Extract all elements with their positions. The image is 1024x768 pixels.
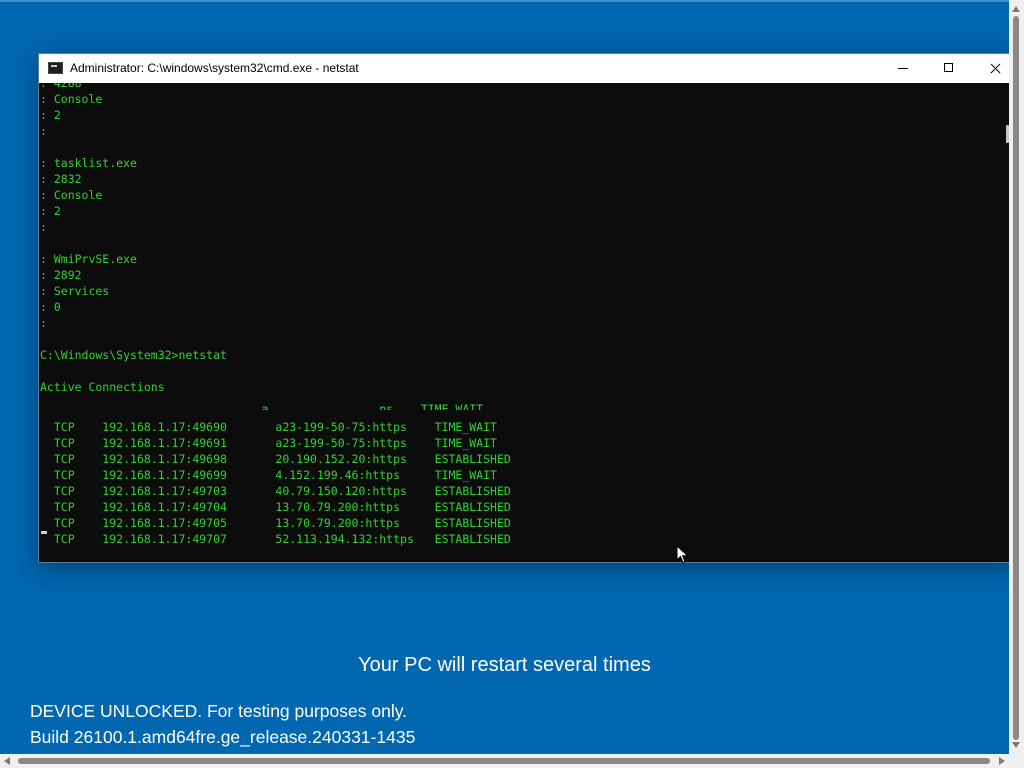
scroll-up-icon[interactable]	[1012, 6, 1020, 12]
connection-row: TCP 192.168.1.17:49703 40.79.150.120:htt…	[40, 484, 511, 498]
console-line: : Console	[40, 92, 103, 106]
build-text: Build 26100.1.amd64fre.ge_release.240331…	[30, 727, 416, 747]
device-unlocked-text: DEVICE UNLOCKED. For testing purposes on…	[30, 701, 408, 721]
console-line: : 2	[40, 108, 61, 122]
connection-row: TCP 192.168.1.17:49704 13.70.79.200:http…	[40, 500, 511, 514]
cmd-icon	[48, 62, 63, 74]
console-line: : Console	[40, 188, 103, 202]
console-line: : 2	[40, 204, 61, 218]
viewer-vertical-scrollbar[interactable]	[1009, 0, 1024, 754]
minimize-button[interactable]	[880, 54, 926, 83]
console-line: : Services	[40, 284, 110, 298]
scroll-right-icon[interactable]	[999, 757, 1005, 765]
title-bar[interactable]: Administrator: C:\windows\system32\cmd.e…	[39, 54, 1015, 83]
console-line: :	[40, 220, 47, 234]
horizontal-scroll-thumb[interactable]	[18, 758, 990, 764]
console-line: C:\Windows\System32>netstat	[40, 348, 227, 362]
console-line: :	[40, 124, 47, 138]
window-title: Administrator: C:\windows\system32\cmd.e…	[70, 61, 359, 75]
connection-row: TCP 192.168.1.17:49707 52.113.194.132:ht…	[40, 532, 511, 546]
maximize-button[interactable]	[926, 54, 972, 83]
console-line: : 2892	[40, 268, 82, 282]
connection-row: TCP 192.168.1.17:49698 20.190.152.20:htt…	[40, 452, 511, 466]
console-line: :	[40, 316, 47, 330]
console-line: : 2832	[40, 172, 82, 186]
viewer-horizontal-scrollbar[interactable]	[0, 754, 1009, 768]
console-line: : WmiPrvSE.exe	[40, 252, 137, 266]
console-line: Active Connections	[40, 380, 165, 394]
console-output[interactable]: : 4288 : Console : 2 : : tasklist.exe : …	[39, 83, 999, 562]
cmd-window[interactable]: Administrator: C:\windows\system32\cmd.e…	[38, 53, 1016, 563]
console-line: : 0	[40, 300, 61, 314]
console-partial-line: a ps TIME_WAIT	[40, 402, 484, 410]
console-history: : 4288 : Console : 2 : : tasklist.exe : …	[39, 83, 227, 395]
connection-row: TCP 192.168.1.17:49705 13.70.79.200:http…	[40, 516, 511, 530]
text-cursor	[41, 531, 47, 534]
connection-row: TCP 192.168.1.17:49690 a23-199-50-75:htt…	[40, 420, 497, 434]
scroll-left-icon[interactable]	[4, 757, 10, 765]
connection-row: TCP 192.168.1.17:49699 4.152.199.46:http…	[40, 468, 497, 482]
scrollbar-corner	[1009, 754, 1024, 768]
scroll-down-icon[interactable]	[1012, 742, 1020, 748]
connections-table: TCP 192.168.1.17:49690 a23-199-50-75:htt…	[39, 419, 511, 547]
restart-message: Your PC will restart several times	[358, 654, 651, 676]
connection-row: TCP 192.168.1.17:49691 a23-199-50-75:htt…	[40, 436, 497, 450]
vertical-scroll-thumb[interactable]	[1013, 16, 1019, 740]
console-line: : 4288	[40, 83, 82, 90]
console-line: : tasklist.exe	[40, 156, 137, 170]
